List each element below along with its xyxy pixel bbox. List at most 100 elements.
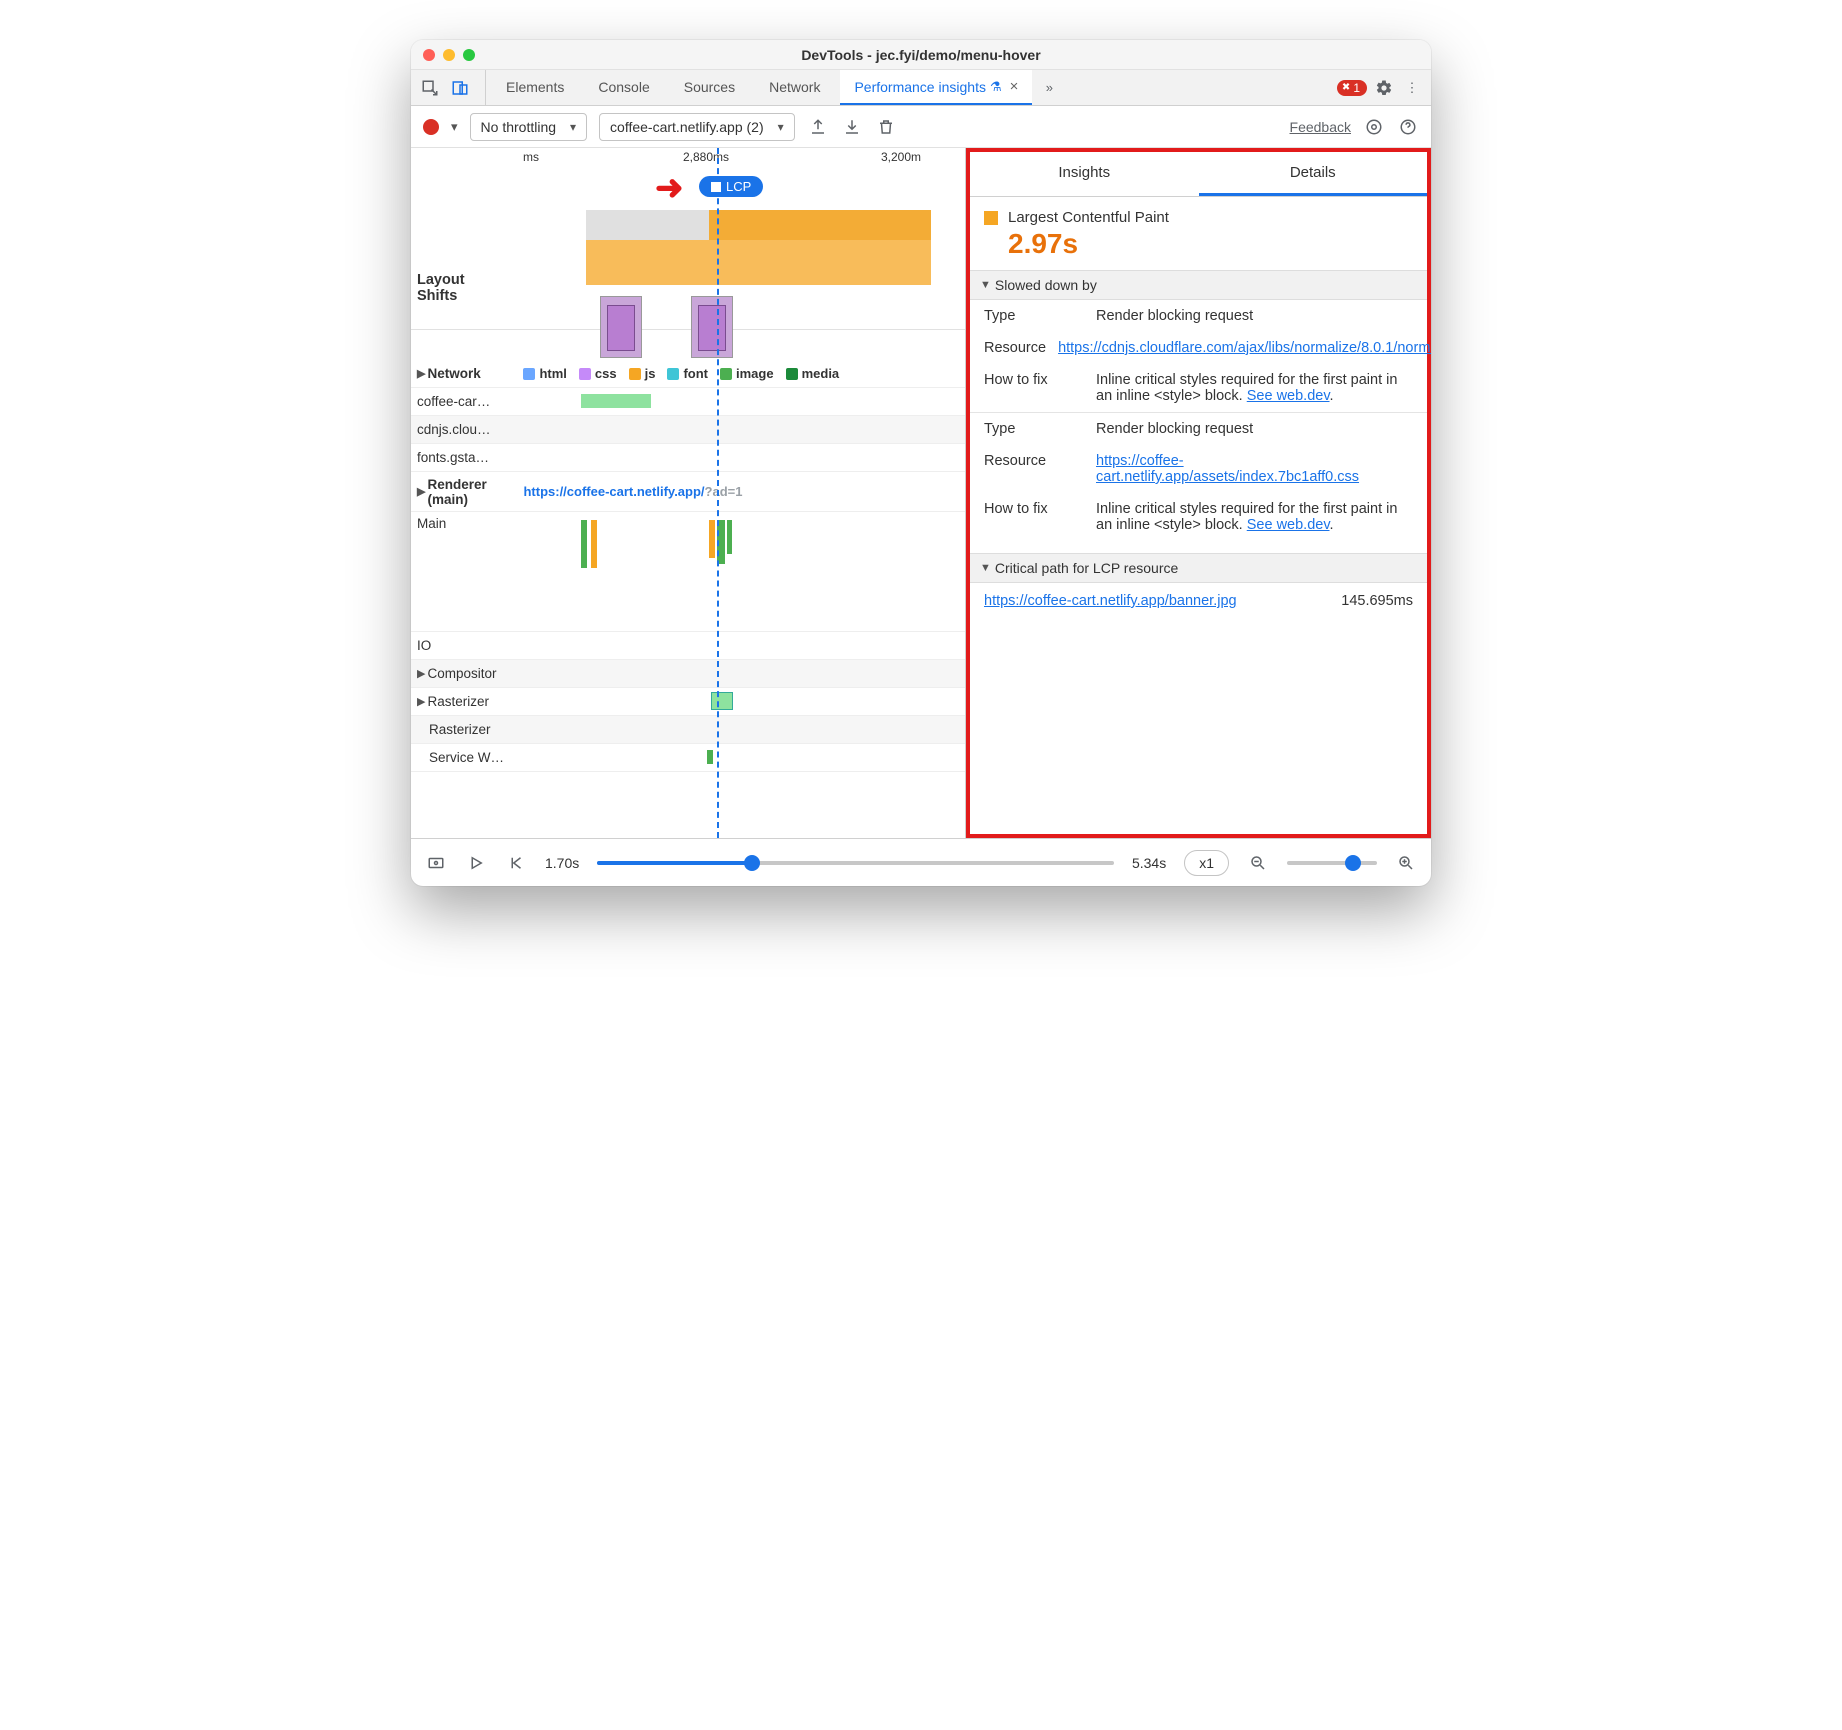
kv-label: Type — [984, 421, 1084, 437]
playbar-end: 5.34s — [1132, 855, 1166, 871]
devtools-window: DevTools - jec.fyi/demo/menu-hover Eleme… — [411, 40, 1431, 886]
speed-chip[interactable]: x1 — [1184, 850, 1229, 876]
renderer-url[interactable]: https://coffee-cart.netlify.app/?ad=1 — [523, 484, 742, 499]
inspect-icon[interactable] — [419, 77, 441, 99]
kv-label: Resource — [984, 340, 1046, 356]
tab-details[interactable]: Details — [1199, 152, 1428, 196]
help-icon[interactable] — [1397, 116, 1419, 138]
lcp-value: 2.97s — [1008, 228, 1413, 260]
rasterizer-row[interactable]: ▶Rasterizer — [411, 688, 965, 716]
resource-legend: html css js font image media — [523, 366, 839, 381]
error-badge[interactable]: 1 — [1337, 80, 1367, 96]
close-window-button[interactable] — [423, 49, 435, 61]
error-count: 1 — [1353, 81, 1360, 95]
details-pane: Insights Details Largest Contentful Pain… — [966, 148, 1431, 838]
delete-icon[interactable] — [875, 116, 897, 138]
network-row[interactable]: fonts.gsta… — [411, 444, 965, 472]
minimize-window-button[interactable] — [443, 49, 455, 61]
settings-icon[interactable] — [1373, 77, 1395, 99]
timeline-pane[interactable]: ms 2,880ms 3,200m ➜ LCP Layout Shifts ▶ — [411, 148, 966, 838]
screenshot-toggle-icon[interactable] — [425, 852, 447, 874]
timeline-ruler: ms 2,880ms 3,200m — [411, 148, 965, 170]
lcp-marker-icon — [711, 182, 721, 192]
kv-label: How to fix — [984, 501, 1084, 533]
time-slider[interactable] — [597, 861, 1114, 865]
ruler-unit: ms — [523, 150, 539, 164]
resource-link[interactable]: https://cdnjs.cloudflare.com/ajax/libs/n… — [1058, 340, 1431, 356]
tab-console[interactable]: Console — [584, 70, 663, 105]
throttling-value: No throttling — [481, 119, 556, 135]
network-row[interactable]: coffee-car… — [411, 388, 965, 416]
lcp-summary: Largest Contentful Paint 2.97s — [970, 197, 1427, 270]
lcp-color-icon — [984, 211, 998, 225]
critical-time: 145.695ms — [1341, 593, 1413, 609]
record-menu-icon[interactable]: ▾ — [451, 119, 458, 135]
ruler-tick: 3,200m — [881, 150, 921, 164]
ruler-tick: 2,880ms — [683, 150, 729, 164]
playback-bar: 1.70s 5.34s x1 — [411, 838, 1431, 886]
service-worker-row[interactable]: Service W… — [411, 744, 965, 772]
tab-elements[interactable]: Elements — [492, 70, 578, 105]
flask-icon: ⚗ — [990, 79, 1002, 95]
kv-label: How to fix — [984, 372, 1084, 404]
tab-sources[interactable]: Sources — [670, 70, 749, 105]
window-title: DevTools - jec.fyi/demo/menu-hover — [411, 47, 1431, 63]
kebab-menu-icon[interactable]: ⋮ — [1401, 77, 1423, 99]
import-icon[interactable] — [841, 116, 863, 138]
fix-text: Inline critical styles required for the … — [1096, 501, 1413, 533]
export-icon[interactable] — [807, 116, 829, 138]
zoom-out-icon[interactable] — [1247, 852, 1269, 874]
rasterizer-row[interactable]: Rasterizer — [411, 716, 965, 744]
compositor-row[interactable]: ▶Compositor — [411, 660, 965, 688]
more-tabs-icon[interactable]: » — [1038, 77, 1060, 99]
throttling-dropdown[interactable]: No throttling — [470, 113, 588, 141]
slowed-down-header[interactable]: ▼ Slowed down by — [970, 270, 1427, 300]
kv-label: Type — [984, 308, 1084, 324]
layout-shifts-label: Layout Shifts — [417, 272, 465, 304]
network-track-header[interactable]: ▶ Network html css js font image media — [411, 360, 965, 388]
kv-value: Render blocking request — [1096, 421, 1413, 437]
tab-network[interactable]: Network — [755, 70, 834, 105]
recording-dropdown[interactable]: coffee-cart.netlify.app (2) — [599, 113, 795, 141]
annotation-arrow-icon: ➜ — [655, 168, 684, 208]
tab-label: Performance insights — [854, 79, 986, 95]
recording-value: coffee-cart.netlify.app (2) — [610, 119, 764, 135]
current-time-line — [717, 148, 719, 838]
network-row[interactable]: cdnjs.clou… — [411, 416, 965, 444]
webdev-link[interactable]: See web.dev — [1247, 517, 1330, 533]
chevron-down-icon: ▼ — [980, 562, 991, 574]
critical-resource-link[interactable]: https://coffee-cart.netlify.app/banner.j… — [984, 593, 1237, 609]
renderer-track-header[interactable]: ▶ Renderer (main) https://coffee-cart.ne… — [411, 472, 965, 512]
device-toggle-icon[interactable] — [449, 77, 471, 99]
critical-path-header[interactable]: ▼ Critical path for LCP resource — [970, 553, 1427, 583]
close-tab-icon[interactable]: × — [1010, 78, 1019, 95]
rewind-icon[interactable] — [505, 852, 527, 874]
right-tabs: Insights Details — [970, 152, 1427, 197]
traffic-lights — [423, 49, 475, 61]
layout-shift-thumbnail[interactable] — [600, 296, 642, 358]
kv-label: Resource — [984, 453, 1084, 485]
play-icon[interactable] — [465, 852, 487, 874]
zoom-in-icon[interactable] — [1395, 852, 1417, 874]
critical-path-label: Critical path for LCP resource — [995, 560, 1178, 576]
main-split: ms 2,880ms 3,200m ➜ LCP Layout Shifts ▶ — [411, 148, 1431, 838]
resource-link[interactable]: https://coffee-cart.netlify.app/assets/i… — [1096, 453, 1359, 485]
tab-performance-insights[interactable]: Performance insights ⚗ × — [840, 70, 1032, 105]
tab-insights[interactable]: Insights — [970, 152, 1199, 196]
io-row[interactable]: IO — [411, 632, 965, 660]
maximize-window-button[interactable] — [463, 49, 475, 61]
zoom-slider[interactable] — [1287, 861, 1377, 865]
record-button[interactable] — [423, 119, 439, 135]
lcp-title: Largest Contentful Paint — [1008, 209, 1169, 226]
playbar-start: 1.70s — [545, 855, 579, 871]
layout-shift-thumbnail[interactable] — [691, 296, 733, 358]
fix-text: Inline critical styles required for the … — [1096, 372, 1413, 404]
main-thread-row[interactable]: Main — [411, 512, 965, 632]
feedback-link[interactable]: Feedback — [1290, 119, 1351, 135]
lcp-marker[interactable]: LCP — [699, 176, 763, 197]
titlebar: DevTools - jec.fyi/demo/menu-hover — [411, 40, 1431, 70]
slowed-down-label: Slowed down by — [995, 277, 1097, 293]
webdev-link[interactable]: See web.dev — [1247, 388, 1330, 404]
gear-icon[interactable] — [1363, 116, 1385, 138]
flame-overview[interactable]: Layout Shifts — [411, 210, 965, 330]
